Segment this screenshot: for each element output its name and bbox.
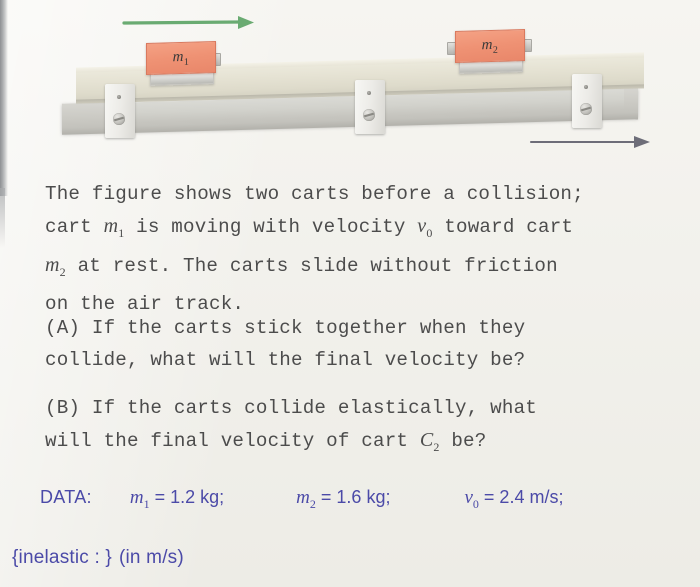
answer-prompt: {inelastic : } (12, 547, 112, 568)
symbol-m2: m2 (296, 487, 316, 511)
screw-icon (117, 95, 121, 99)
question-a-line-1: (A) If the carts stick together when the… (45, 317, 526, 339)
intro-line-1: The figure shows two carts before a coll… (45, 183, 584, 205)
question-b: (B) If the carts collide elastically, wh… (45, 392, 685, 463)
screw-slot (580, 106, 592, 112)
question-a: (A) If the carts stick together when the… (45, 312, 685, 376)
track-support-left (105, 84, 135, 138)
data-item-v0: v0 = 2.4 m/s; (464, 487, 563, 512)
data-line: DATA: m1 = 1.2 kg; m2 = 1.6 kg; v0 = 2.4… (40, 487, 680, 512)
data-item-m1: m1 = 1.2 kg; (130, 487, 224, 512)
green-velocity-arrow (122, 16, 254, 29)
track-support-right (572, 74, 602, 128)
answer-unit: (in m/s) (118, 547, 184, 568)
question-a-line-2: collide, what will the final velocity be… (45, 349, 526, 371)
symbol-m2: m2 (45, 254, 66, 279)
cart-m1-flag: m1 (146, 41, 216, 75)
screw-icon (363, 109, 375, 121)
data-value-v0: = 2.4 m/s; (483, 487, 564, 507)
scan-edge-fade (0, 188, 5, 248)
symbol-m1: m1 (103, 215, 125, 240)
cart-m2-flag: m2 (455, 29, 525, 63)
data-value-m1: = 1.2 kg; (154, 487, 225, 507)
screw-icon (113, 113, 125, 125)
cart-m2-label: m2 (481, 36, 499, 56)
grey-direction-arrow (529, 136, 650, 148)
intro-paragraph: The figure shows two carts before a coll… (45, 178, 697, 320)
question-b-line-2: will the final velocity of cart C2 be? (45, 429, 487, 454)
symbol-v0: v0 (417, 215, 433, 240)
symbol-m1: m1 (129, 487, 150, 511)
data-label: DATA: (40, 487, 92, 507)
symbol-c2: C2 (419, 429, 440, 454)
screw-icon (580, 103, 592, 115)
air-track-figure: m1 m2 (0, 0, 700, 172)
screw-slot (113, 116, 125, 122)
screw-icon (367, 91, 371, 95)
data-item-m2: m2 = 1.6 kg; (296, 487, 390, 512)
answer-line: {inelastic : } (in m/s) (12, 547, 184, 569)
intro-line-2: cart m1 is moving with velocity v0 towar… (45, 215, 574, 240)
question-b-line-1: (B) If the carts collide elastically, wh… (45, 397, 538, 419)
track-support-middle (355, 80, 385, 134)
intro-line-3: m2 at rest. The carts slide without fric… (45, 254, 558, 279)
cart-m1-label: m1 (172, 48, 190, 68)
symbol-v0: v0 (464, 487, 479, 511)
screw-icon (584, 85, 588, 89)
data-value-m2: = 1.6 kg; (320, 487, 391, 507)
screw-slot (363, 112, 375, 118)
